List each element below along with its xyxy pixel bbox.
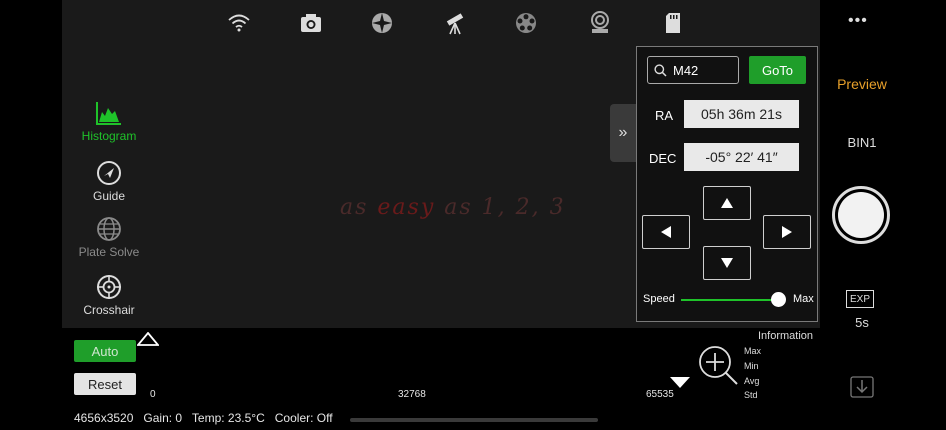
status-temp: Temp: 23.5°C: [191, 411, 265, 425]
download-icon[interactable]: [850, 376, 874, 403]
crosshair-tool[interactable]: Crosshair: [66, 274, 152, 317]
info-stat-max: Max: [744, 346, 762, 356]
shutter-inner: [838, 192, 884, 238]
speed-slider-thumb[interactable]: [771, 292, 786, 307]
telescope-icon[interactable]: [442, 10, 468, 36]
focus-icon[interactable]: [369, 10, 395, 36]
crosshair-label: Crosshair: [83, 303, 135, 317]
target-search-input[interactable]: [673, 62, 731, 78]
dec-field[interactable]: -05° 22′ 41″: [684, 143, 799, 171]
shutter-button[interactable]: [832, 186, 890, 244]
info-stat-min: Min: [744, 361, 759, 371]
information-title: Information: [758, 330, 814, 342]
zoom-in-icon[interactable]: [697, 344, 739, 391]
goto-button[interactable]: GoTo: [749, 56, 806, 84]
arrow-down-icon: [721, 258, 733, 268]
speed-label: Speed: [643, 293, 675, 305]
plate-solve-icon: [97, 217, 121, 241]
arrow-right-icon: [782, 226, 792, 238]
move-up-button[interactable]: [703, 186, 751, 220]
search-icon: [654, 63, 667, 77]
ra-field[interactable]: 05h 36m 21s: [684, 100, 799, 128]
crosshair-icon: [97, 275, 121, 299]
arrow-left-icon: [661, 226, 671, 238]
sd-card-icon[interactable]: [660, 10, 686, 36]
guide-tool[interactable]: Guide: [66, 160, 152, 203]
arrow-up-icon: [721, 198, 733, 208]
preview-button[interactable]: Preview: [826, 76, 898, 92]
histogram-axis-max: 65535: [646, 389, 674, 400]
plate-solve-tool[interactable]: Plate Solve: [66, 216, 152, 259]
info-stat-avg: Avg: [744, 376, 760, 386]
move-left-button[interactable]: [642, 215, 690, 249]
bin-button[interactable]: BIN1: [826, 135, 898, 150]
ra-label: RA: [655, 108, 674, 123]
guide-icon: [97, 161, 121, 185]
panel-collapse-button[interactable]: »: [610, 104, 636, 162]
histogram-axis-mid: 32768: [398, 389, 426, 400]
status-cooler: Cooler: Off: [274, 411, 333, 425]
camera-icon[interactable]: [298, 10, 324, 36]
mount-icon[interactable]: [587, 10, 613, 36]
histogram-left-marker[interactable]: [136, 331, 160, 351]
move-right-button[interactable]: [763, 215, 811, 249]
double-chevron-right-icon: »: [618, 124, 628, 141]
speed-slider-track[interactable]: [681, 299, 777, 301]
filter-wheel-icon[interactable]: [513, 10, 539, 36]
goto-panel: GoTo RA 05h 36m 21s DEC -05° 22′ 41″ Spe…: [636, 46, 818, 322]
histogram-icon: [96, 102, 121, 125]
status-bar: 4656x3520 Gain: 0 Temp: 23.5°C Cooler: O…: [74, 411, 333, 425]
histogram-label: Histogram: [81, 129, 137, 143]
wifi-icon[interactable]: [226, 10, 252, 36]
exp-value: 5s: [855, 315, 869, 330]
watermark-text: as easy as 1, 2, 3: [340, 195, 566, 220]
status-gain: Gain: 0: [143, 411, 183, 425]
plate-solve-label: Plate Solve: [78, 245, 140, 259]
speed-max-label: Max: [793, 293, 814, 305]
auto-stretch-button[interactable]: Auto: [74, 340, 136, 362]
info-stat-std: Std: [744, 390, 758, 400]
more-menu-button[interactable]: •••: [848, 12, 868, 30]
histogram-tool[interactable]: Histogram: [66, 100, 152, 143]
home-indicator: [350, 418, 598, 422]
status-resolution: 4656x3520: [74, 411, 134, 425]
histogram-axis-min: 0: [150, 389, 156, 400]
guide-label: Guide: [92, 189, 126, 203]
move-down-button[interactable]: [703, 246, 751, 280]
reset-button[interactable]: Reset: [74, 373, 136, 395]
dec-label: DEC: [649, 151, 677, 166]
target-search-field[interactable]: [647, 56, 739, 84]
exp-label[interactable]: EXP: [846, 290, 874, 308]
